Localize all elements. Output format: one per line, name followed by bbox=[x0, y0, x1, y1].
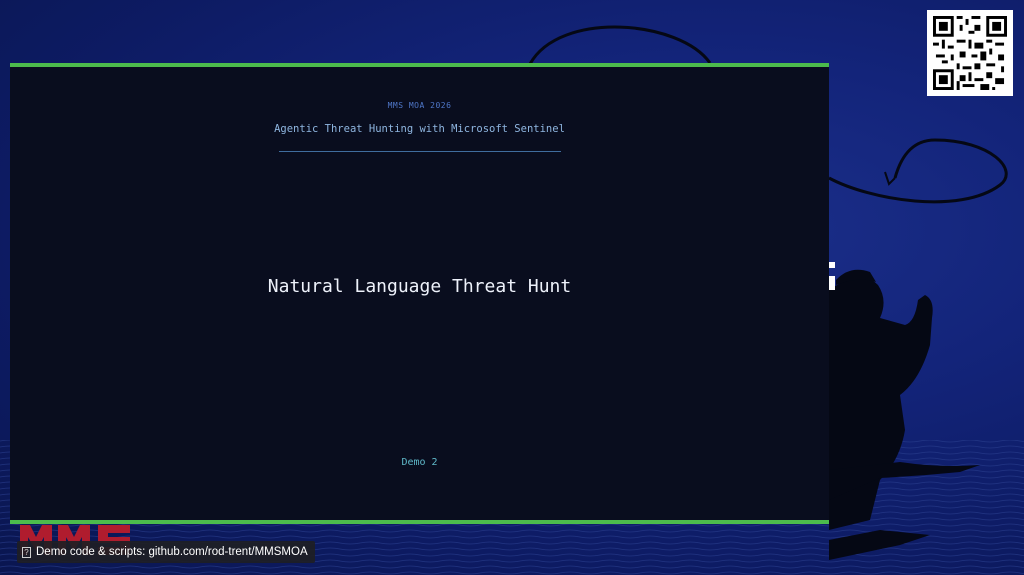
demo-title-panel: MMS MOA 2026 Agentic Threat Hunting with… bbox=[10, 63, 829, 524]
demo-title: Natural Language Threat Hunt bbox=[267, 276, 572, 297]
placeholder-glyph-icon: ? bbox=[22, 546, 31, 558]
slide-canvas: MMS MOA 2026 Agentic Threat Hunting with… bbox=[0, 0, 1024, 575]
subtitle-divider bbox=[279, 151, 561, 152]
demo-code-caption-text: Demo code & scripts: github.com/rod-tren… bbox=[36, 546, 308, 558]
session-subtitle: Agentic Threat Hunting with Microsoft Se… bbox=[274, 123, 565, 135]
qr-code-icon[interactable] bbox=[927, 10, 1013, 96]
demo-number-label: Demo 2 bbox=[401, 457, 438, 468]
qr-code-pattern bbox=[933, 16, 1007, 90]
event-label: MMS MOA 2026 bbox=[387, 101, 452, 110]
demo-code-caption[interactable]: ? Demo code & scripts: github.com/rod-tr… bbox=[17, 541, 315, 563]
